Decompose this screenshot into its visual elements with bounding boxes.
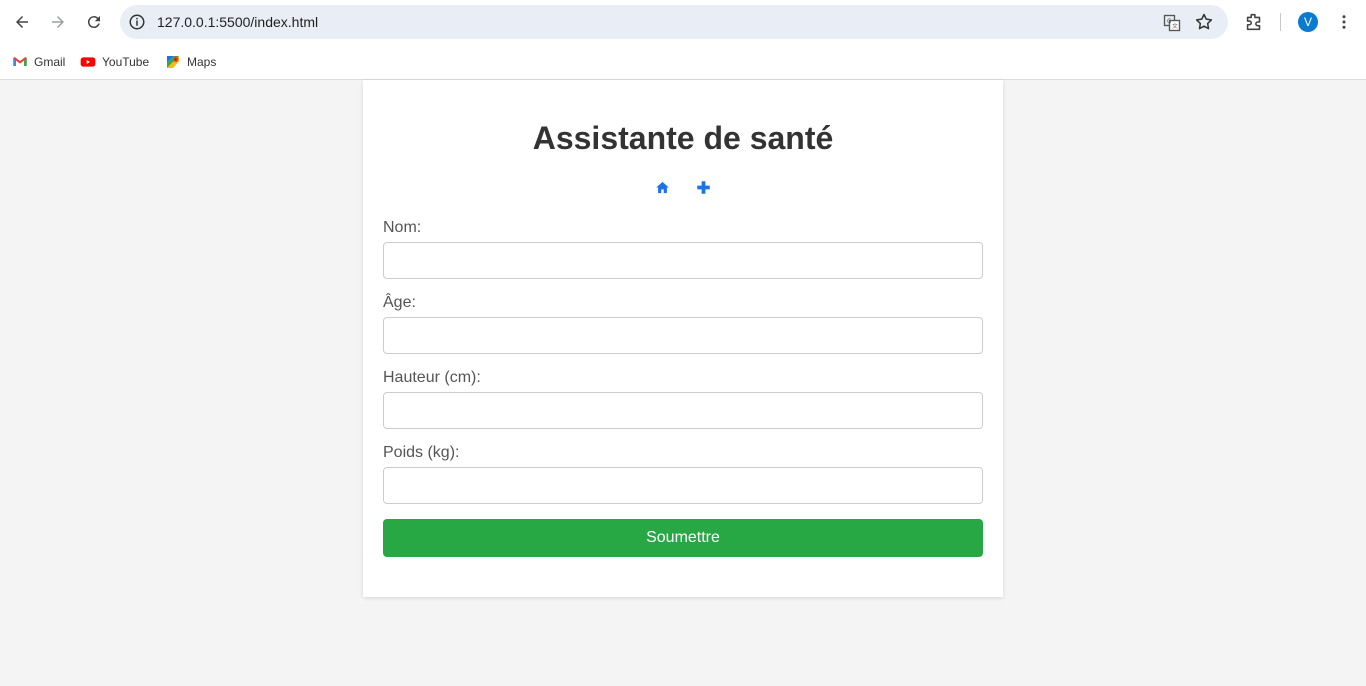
bookmark-gmail[interactable]: Gmail [12,52,65,72]
gmail-icon [13,57,27,66]
youtube-icon [80,57,96,67]
bookmark-youtube[interactable]: YouTube [80,52,149,72]
weight-label: Poids (kg): [383,444,460,461]
bookmark-label: YouTube [102,55,150,69]
forward-arrow-icon [52,16,64,28]
bookmark-label: Gmail [34,55,66,69]
url-text[interactable]: 127.0.0.1:5500/index.html [157,14,318,30]
bookmark-maps[interactable]: Maps [165,52,216,72]
age-label: Âge: [383,294,416,311]
toolbar-divider [1280,13,1281,31]
bookmark-label: Maps [187,55,217,69]
height-input[interactable] [383,392,983,429]
page-title: Assistante de santé [532,120,834,156]
bookmarks-bar: Gmail YouTube Maps [0,44,1366,80]
browser-toolbar: 127.0.0.1:5500/index.html G文 V [0,0,1366,44]
profile-avatar[interactable]: V [1298,12,1318,32]
submit-button[interactable]: Soumettre [383,519,983,557]
browser-menu-button[interactable] [1334,12,1354,32]
maps-icon [167,56,179,68]
reload-button[interactable] [80,8,108,36]
address-bar[interactable]: 127.0.0.1:5500/index.html G文 [120,5,1228,39]
forward-button[interactable] [44,8,72,36]
extensions-icon[interactable] [1243,11,1265,33]
back-arrow-icon [16,16,28,28]
reload-icon [87,16,100,29]
home-icon[interactable] [655,180,670,195]
nav-icons [363,180,1003,195]
height-label: Hauteur (cm): [383,369,481,386]
age-input[interactable] [383,317,983,354]
more-vertical-icon [1342,15,1346,29]
translate-icon[interactable]: G文 [1162,13,1182,33]
name-label: Nom: [383,219,422,236]
site-info-icon[interactable] [128,13,146,31]
svg-text:文: 文 [1172,22,1178,30]
form-card: Assistante de santé Nom: Âge: Hauteur (c… [363,80,1003,597]
bookmark-star-icon[interactable] [1194,12,1214,32]
weight-input[interactable] [383,467,983,504]
back-button[interactable] [8,8,36,36]
plus-icon[interactable] [696,180,711,195]
name-input[interactable] [383,242,983,279]
